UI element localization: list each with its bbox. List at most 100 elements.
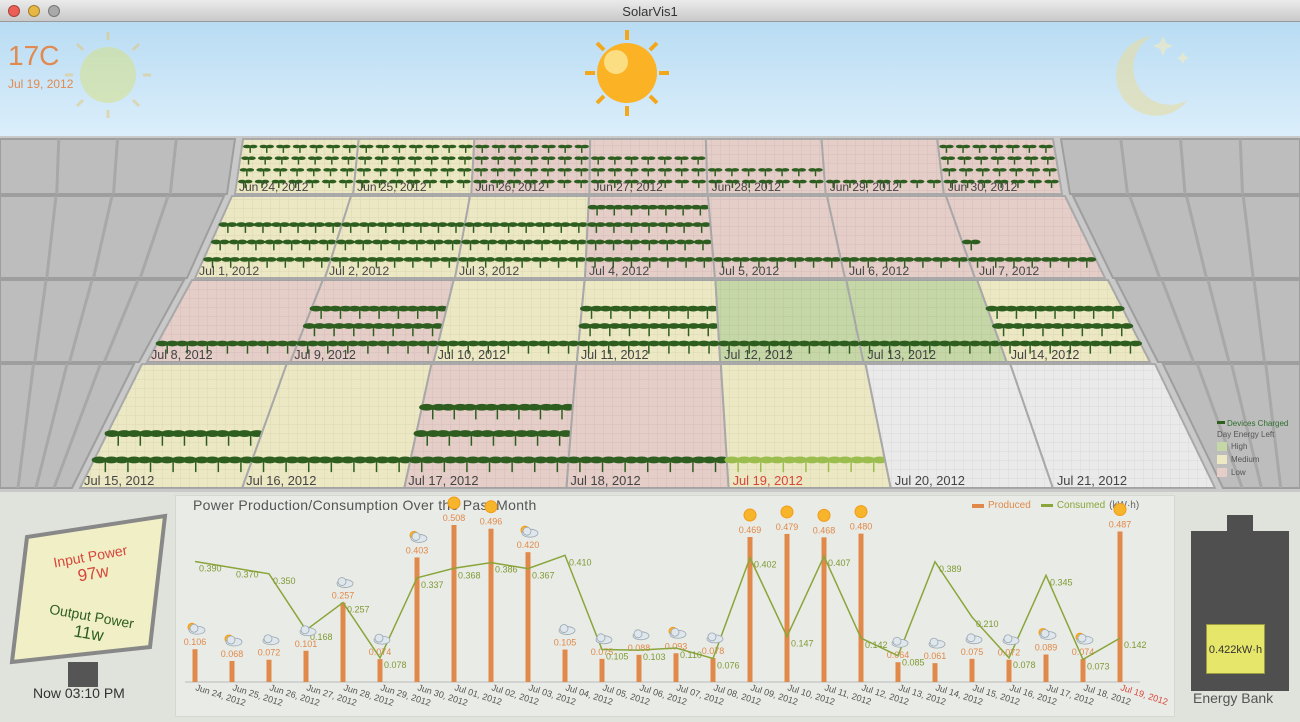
sky-art [65,30,1189,118]
produced-bar [266,659,272,682]
cloudy-icon [928,637,946,649]
consumed-value-label: 0.210 [976,619,999,629]
calendar-day-label: Jun 26, 2012 [475,180,545,194]
calendar-legend: Devices Charged Day Energy Left High Med… [1217,419,1299,477]
consumed-value-label: 0.110 [680,650,702,660]
sky-panel: 17C Jul 19, 2012 [0,22,1300,136]
consumed-value-label: 0.085 [902,658,925,668]
consumed-value-label: 0.142 [1124,640,1147,650]
sunny-icon [484,500,498,514]
consumed-value-label: 0.076 [717,661,740,671]
energy-bank-value: 0.422kW·h [1206,624,1265,674]
produced-value-label: 0.468 [813,525,836,535]
consumed-value-label: 0.407 [828,558,851,568]
partly-sunny-icon [1038,627,1057,640]
power-chart: 0.1060.068 0.0720.1010.2570.0740.4030.508… [184,496,1169,708]
consumed-value-label: 0.103 [643,652,666,662]
produced-bar [969,658,975,682]
calendar-grid: Jun 24, 2012 Jun 25, 2012 Jun 26, 2012 Jun … [0,138,1300,489]
legend-swatch-medium [1217,455,1227,464]
partly-sunny-icon [409,530,428,543]
calendar-day-tile[interactable]: Jun 25, 2012 [352,138,476,195]
partly-sunny-icon [520,525,539,538]
cloudy-icon [336,577,354,588]
produced-value-label: 0.487 [1109,519,1132,529]
calendar-day-tile[interactable]: Jul 3, 2012 [453,195,591,279]
produced-value-label: 0.072 [258,648,281,658]
consumed-value-label: 0.078 [1013,660,1036,670]
calendar-day-label: Jun 30, 2012 [948,180,1018,194]
consumed-line [194,554,1121,661]
calendar-day-tile[interactable]: Jun 24, 2012 [233,138,360,195]
moon-icon [1116,36,1189,116]
energy-bank-label: Energy Bank [1193,690,1274,706]
cloudy-icon [595,633,613,645]
produced-bar [784,533,790,682]
cloudy-icon [891,636,909,648]
calendar-day-tile[interactable]: Jun 28, 2012 [704,138,827,195]
produced-value-label: 0.496 [480,517,503,527]
produced-bar [377,659,383,682]
calendar-day-label: Jul 8, 2012 [151,348,213,362]
calendar-day-tile[interactable]: Jun 29, 2012 [820,138,945,195]
consumed-value-label: 0.337 [421,580,444,590]
calendar-day-label: Jul 18, 2012 [570,473,640,488]
calendar-day-tile[interactable]: Jul 5, 2012 [706,195,847,279]
produced-bar [710,657,716,682]
calendar-day-label: Jun 28, 2012 [712,180,782,194]
calendar-day-tile[interactable]: Jun 27, 2012 [588,138,709,195]
calendar-day-tile[interactable]: Jul 12, 2012 [714,279,865,363]
calendar-day-label: Jul 2, 2012 [329,264,389,278]
consumed-value-label: 0.147 [791,639,814,649]
produced-bar [932,663,938,682]
calendar-day-label: Jun 27, 2012 [593,180,663,194]
consumed-value-label: 0.142 [865,640,888,650]
cloudy-icon [632,629,650,641]
calendar-day-label: Jul 12, 2012 [724,348,793,362]
produced-bar [636,654,642,682]
calendar-day-label: Jul 9, 2012 [294,348,356,362]
produced-bar [562,649,568,682]
sunny-icon [854,505,868,519]
calendar-day-tile[interactable]: Jun 30, 2012 [936,138,1064,195]
current-date: Jul 19, 2012 [8,77,74,91]
consumed-value-label: 0.257 [347,605,370,615]
calendar-day-label: Jun 25, 2012 [357,180,427,194]
produced-bar [1117,531,1123,682]
consumed-value-label: 0.345 [1050,577,1073,587]
calendar-day-tile[interactable]: Jul 2, 2012 [323,195,472,279]
partly-sunny-icon [668,626,687,639]
produced-value-label: 0.061 [924,651,947,661]
legend-swatch-low [1217,468,1227,477]
calendar-day-label: Jul 3, 2012 [459,264,519,278]
produced-value-label: 0.508 [443,513,466,523]
calendar-day-label: Jul 20, 2012 [895,473,965,488]
consumed-value-label: 0.367 [532,571,555,581]
produced-value-label: 0.257 [332,591,355,601]
temperature: 17C [8,40,60,71]
cloudy-icon [965,633,983,645]
produced-bar [414,557,420,682]
produced-bar [858,533,864,682]
sunny-icon [817,508,831,522]
produced-value-label: 0.106 [184,637,207,647]
calendar-day-label: Jul 21, 2012 [1057,473,1127,488]
faded-sun-icon [65,32,151,118]
calendar-day-tile[interactable]: Jul 18, 2012 [565,363,730,489]
calendar-day-tile[interactable]: Jul 4, 2012 [583,195,717,279]
calendar-day-label: Jul 15, 2012 [84,473,154,488]
legend-devices-charged: Devices Charged [1227,419,1289,428]
calendar-day-label: Jul 7, 2012 [979,264,1039,278]
calendar-day-tile[interactable]: Jul 19, 2012 [719,363,892,489]
partly-sunny-icon [1075,632,1094,645]
plant-icon [1217,420,1225,427]
sun-icon [585,30,669,116]
calendar-day-tile[interactable]: Jul 11, 2012 [575,279,722,363]
calendar-day-tile[interactable]: Jul 17, 2012 [403,363,578,489]
produced-bar [1080,659,1086,682]
produced-value-label: 0.075 [961,647,984,657]
calendar-day-label: Jul 5, 2012 [719,264,779,278]
calendar-day-label: Jun 24, 2012 [239,180,309,194]
calendar-day-tile[interactable]: Jul 10, 2012 [432,279,586,363]
calendar-day-tile[interactable]: Jun 26, 2012 [470,138,592,195]
